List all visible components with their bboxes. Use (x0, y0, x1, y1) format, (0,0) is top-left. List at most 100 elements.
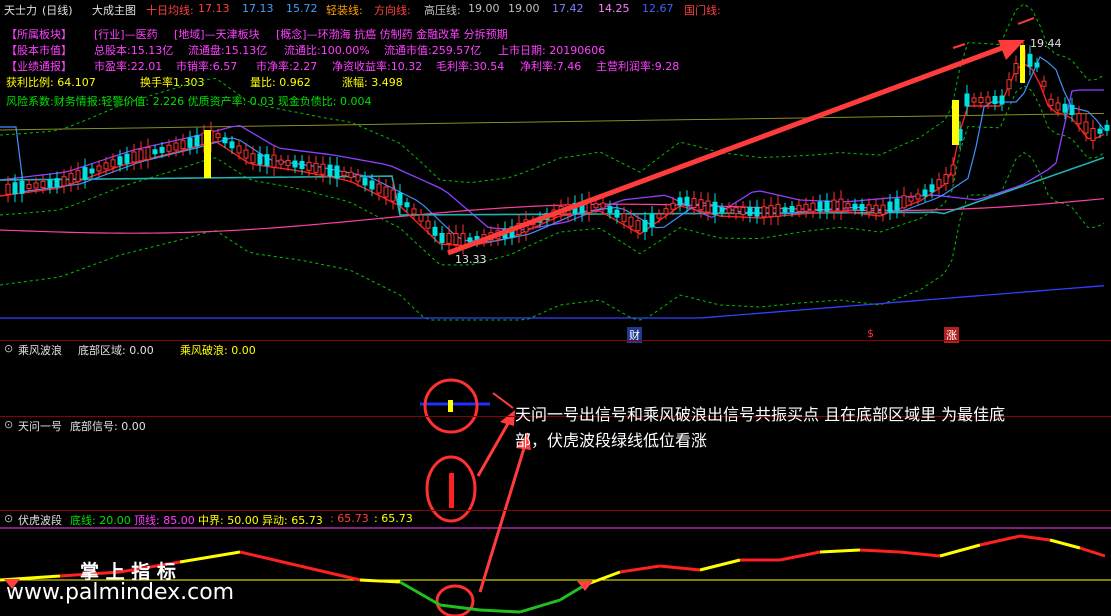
candle-body (26, 183, 32, 189)
candle-body (404, 202, 410, 208)
wave-segment (239, 550, 301, 568)
candle-body (425, 220, 431, 229)
candle-body (187, 137, 193, 148)
candle-body (1055, 102, 1061, 111)
candle-body (1041, 80, 1047, 87)
panel1-bottom-zone: 底部区域: 0.00 (78, 344, 154, 357)
panel3-value-1: : 65.73 (330, 512, 369, 525)
candle-body (103, 162, 109, 170)
candle-body (369, 180, 375, 190)
candle-body (684, 196, 690, 206)
candle-body (733, 207, 739, 215)
candle-body (873, 204, 879, 214)
band-lower-dashed-line (0, 85, 1105, 266)
candle-body (621, 213, 627, 223)
wave-segment (299, 564, 361, 582)
callout-line-1: 天问一号出信号和乘风破浪出信号共振买点 且在底部区域里 为最佳底 (515, 405, 1006, 424)
candle-body (439, 233, 445, 243)
candle-body (852, 203, 858, 210)
candle-body (257, 153, 263, 165)
candle-body (5, 183, 11, 195)
wave-segment (979, 534, 1021, 547)
top-dash-mark (952, 43, 966, 49)
candle-body (922, 189, 928, 197)
candle-body (1062, 103, 1068, 113)
candle-body (432, 226, 438, 236)
candle-body (705, 200, 711, 213)
candle-body (670, 202, 676, 210)
candle-body (173, 142, 179, 151)
candle-body (635, 220, 641, 232)
panel3-header: ⊙ 伏虎波段 底线: 20.00 顶线: 85.00 中界: 50.00 异动:… (0, 511, 1111, 527)
candle-body (166, 144, 172, 152)
candle-body (12, 182, 18, 195)
candle-body (726, 207, 732, 214)
candle-body (838, 198, 844, 212)
collapse-icon[interactable]: ⊙ (4, 418, 13, 431)
candle-body (1076, 113, 1082, 125)
candle-body (348, 171, 354, 178)
candle-body (1006, 79, 1012, 90)
candle-body (593, 203, 599, 209)
wave-segment (659, 564, 701, 572)
candle-body (271, 154, 277, 168)
candle-body (810, 202, 816, 212)
callout-text: 天问一号出信号和乘风破浪出信号共振买点 且在底部区域里 为最佳底 部，伏虎波段绿… (515, 402, 1105, 454)
candle-body (243, 149, 249, 159)
panel1-name[interactable]: 乘风波浪 (18, 342, 62, 358)
candle-body (985, 96, 991, 104)
candle-body (649, 214, 655, 228)
candle-body (915, 193, 921, 200)
candle-body (362, 177, 368, 186)
wave-segment (479, 608, 521, 614)
candle-body (929, 184, 935, 193)
candle-body (89, 168, 95, 174)
candle-body (628, 216, 634, 227)
wave-segment (779, 550, 821, 562)
candle-body (866, 204, 872, 213)
olive-line (0, 112, 1105, 131)
bottom-signal-bar (449, 473, 454, 508)
panel2-name[interactable]: 天问一号 (18, 418, 62, 434)
candle-body (215, 133, 221, 139)
candle-body (54, 178, 60, 188)
candle-body (950, 164, 956, 176)
wave-segment (559, 583, 586, 602)
candle-body (467, 237, 473, 243)
panel3-name[interactable]: 伏虎波段 (18, 512, 62, 528)
candle-body (796, 204, 802, 212)
candle-body (334, 165, 340, 179)
wave-segment (439, 603, 481, 612)
highlight-candle (952, 100, 959, 145)
candle-body (607, 206, 613, 214)
callout-line-2: 部，伏虎波段绿线低位看涨 (515, 431, 708, 450)
candle-body (320, 163, 326, 175)
panel3-bottom-line: 底线: 20.00 (70, 514, 131, 527)
candle-body (390, 189, 396, 202)
candle-body (803, 203, 809, 212)
candle-body (152, 149, 158, 155)
candle-body (397, 192, 403, 206)
candle-body (313, 162, 319, 173)
candle-body (75, 170, 81, 183)
candle-body (236, 145, 242, 154)
candle-body (754, 206, 760, 217)
candle-body (446, 232, 452, 244)
dollar-marker[interactable]: $ (867, 327, 874, 340)
candle-body (936, 179, 942, 189)
wave-segment (399, 580, 441, 607)
candle-body (460, 232, 466, 246)
wave-segment (1019, 534, 1051, 542)
collapse-icon[interactable]: ⊙ (4, 512, 13, 525)
candle-body (327, 164, 333, 177)
candle-body (1097, 128, 1103, 134)
panel1-breakthrough: 乘风破浪: 0.00 (180, 344, 256, 357)
candle-body (768, 205, 774, 218)
collapse-icon[interactable]: ⊙ (4, 342, 13, 355)
candle-body (306, 161, 312, 171)
candle-body (124, 153, 130, 164)
candle-body (845, 203, 851, 209)
candle-body (614, 209, 620, 218)
candle-body (278, 159, 284, 165)
wave-segment (939, 543, 981, 558)
